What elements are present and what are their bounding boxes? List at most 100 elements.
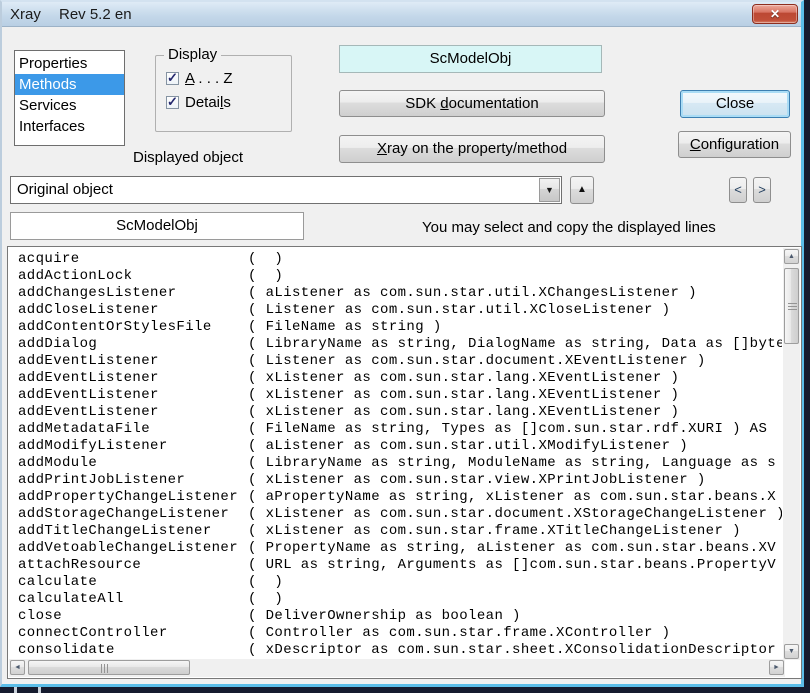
checkbox-az[interactable]: ✓ A . . . Z [166,70,233,86]
method-name: addEventListener [18,370,248,387]
method-params: ( ) [248,574,283,590]
method-row[interactable]: close( DeliverOwnership as boolean ) [18,608,782,625]
method-row[interactable]: addChangesListener( aListener as com.sun… [18,285,782,302]
horizontal-scrollbar-thumb[interactable] [28,660,190,675]
method-row[interactable]: addEventListener( Listener as com.sun.st… [18,353,782,370]
method-params: ( Listener as com.sun.star.util.XCloseLi… [248,302,670,318]
method-row[interactable]: acquire( ) [18,251,782,268]
method-params: ( xListener as com.sun.star.frame.XTitle… [248,523,741,539]
method-name: consolidate [18,642,248,659]
method-params: ( URL as string, Arguments as []com.sun.… [248,557,776,573]
method-name: addPrintJobListener [18,472,248,489]
object-history-combobox[interactable]: Original object ▼ [10,176,562,204]
method-params: ( xListener as com.sun.star.lang.XEventL… [248,404,679,420]
method-name: addEventListener [18,353,248,370]
method-name: acquire [18,251,248,268]
object-class-field[interactable]: ScModelObj [339,45,602,73]
next-object-button[interactable]: > [753,177,771,203]
method-name: addStorageChangeListener [18,506,248,523]
method-row[interactable]: addContentOrStylesFile( FileName as stri… [18,319,782,336]
method-row[interactable]: addModule( LibraryName as string, Module… [18,455,782,472]
method-row[interactable]: calculate( ) [18,574,782,591]
method-params: ( ) [248,251,283,267]
method-params: ( FileName as string, Types as []com.sun… [248,421,767,437]
scroll-down-button[interactable]: ▼ [784,644,799,659]
previous-object-button[interactable]: < [729,177,747,203]
method-name: attachResource [18,557,248,574]
title-bar[interactable]: Xray Rev 5.2 en ✕ [2,2,801,27]
method-listbox[interactable]: acquire( )addActionLock( )addChangesList… [7,246,802,679]
method-row[interactable]: addTitleChangeListener( xListener as com… [18,523,782,540]
checkbox-az-box[interactable]: ✓ [166,72,179,85]
method-row[interactable]: consolidate( xDescriptor as com.sun.star… [18,642,782,659]
method-row[interactable]: addCloseListener( Listener as com.sun.st… [18,302,782,319]
method-row[interactable]: addPropertyChangeListener( aPropertyName… [18,489,782,506]
nav-item-services[interactable]: Services [15,95,124,116]
method-params: ( FileName as string ) [248,319,442,335]
triangle-down-icon: ▼ [788,648,795,655]
close-button[interactable]: Close [680,90,790,118]
method-name: addChangesListener [18,285,248,302]
object-name-field[interactable]: ScModelObj [10,212,304,240]
method-name: addModule [18,455,248,472]
vertical-scrollbar-thumb[interactable] [784,268,799,344]
checkbox-details[interactable]: ✓Details [166,94,231,110]
method-name: calculateAll [18,591,248,608]
display-groupbox: Display ✓A . . . Z ✓Details [155,55,292,132]
method-row[interactable]: addEventListener( xListener as com.sun.s… [18,404,782,421]
method-lines: acquire( )addActionLock( )addChangesList… [8,247,782,659]
combobox-dropdown-button[interactable]: ▼ [539,178,560,202]
chevron-down-icon: ▼ [545,185,554,195]
method-row[interactable]: attachResource( URL as string, Arguments… [18,557,782,574]
configuration-button[interactable]: Configuration [678,131,791,158]
window-revision: Rev 5.2 en [59,6,132,23]
method-row[interactable]: calculateAll( ) [18,591,782,608]
nav-item-interfaces[interactable]: Interfaces [15,116,124,137]
window-close-button[interactable]: ✕ [752,4,798,24]
method-row[interactable]: addEventListener( xListener as com.sun.s… [18,387,782,404]
method-row[interactable]: addMetadataFile( FileName as string, Typ… [18,421,782,438]
method-row[interactable]: addPrintJobListener( xListener as com.su… [18,472,782,489]
close-icon: ✕ [770,7,780,21]
xray-property-method-button[interactable]: Xray on the property/method [339,135,605,163]
method-params: ( ) [248,591,283,607]
method-name: addModifyListener [18,438,248,455]
method-row[interactable]: addStorageChangeListener( xListener as c… [18,506,782,523]
thumb-grip [788,303,797,311]
scroll-up-button[interactable]: ▲ [784,249,799,264]
checkbox-details-box[interactable]: ✓ [166,96,179,109]
method-name: addTitleChangeListener [18,523,248,540]
background-artifact [38,687,41,693]
background-artifact [14,687,17,693]
method-name: addCloseListener [18,302,248,319]
method-params: ( aPropertyName as string, xListener as … [248,489,776,505]
scroll-right-button[interactable]: ► [769,660,784,675]
horizontal-scrollbar[interactable]: ◄ ► [9,659,785,677]
method-row[interactable]: addModifyListener( aListener as com.sun.… [18,438,782,455]
method-name: addEventListener [18,404,248,421]
method-params: ( PropertyName as string, aListener as c… [248,540,776,556]
scroll-left-button[interactable]: ◄ [10,660,25,675]
parent-object-button[interactable]: ▲ [570,176,594,204]
combobox-value: Original object [17,177,113,203]
method-name: connectController [18,625,248,642]
method-params: ( LibraryName as string, DialogName as s… [248,336,782,352]
sdk-documentation-button[interactable]: SDK documentation [339,90,605,117]
category-listbox[interactable]: Properties Methods Services Interfaces [14,50,125,146]
method-row[interactable]: addActionLock( ) [18,268,782,285]
nav-item-properties[interactable]: Properties [15,53,124,74]
method-name: addMetadataFile [18,421,248,438]
triangle-up-icon: ▲ [788,253,795,260]
method-params: ( xListener as com.sun.star.document.XSt… [248,506,782,522]
method-row[interactable]: addDialog( LibraryName as string, Dialog… [18,336,782,353]
vertical-scrollbar[interactable]: ▲ ▼ [783,248,800,660]
method-params: ( xDescriptor as com.sun.star.sheet.XCon… [248,642,776,658]
nav-item-methods[interactable]: Methods [15,74,124,95]
displayed-object-label: Displayed object [133,149,243,166]
method-row[interactable]: connectController( Controller as com.sun… [18,625,782,642]
method-params: ( xListener as com.sun.star.lang.XEventL… [248,387,679,403]
checkbox-az-label: A . . . Z [185,70,233,87]
method-params: ( aListener as com.sun.star.util.XChange… [248,285,697,301]
method-row[interactable]: addVetoableChangeListener( PropertyName … [18,540,782,557]
method-row[interactable]: addEventListener( xListener as com.sun.s… [18,370,782,387]
